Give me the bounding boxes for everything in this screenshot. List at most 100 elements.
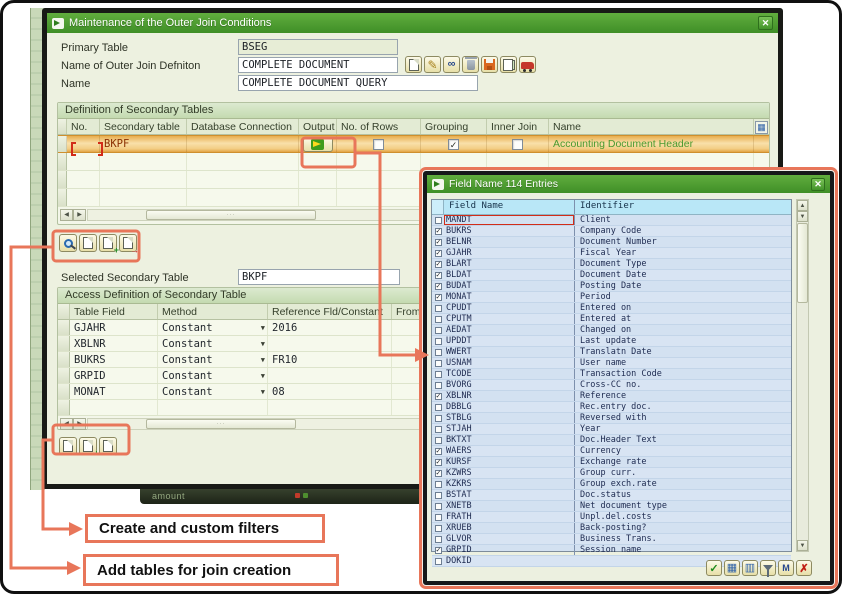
cell-method[interactable]: Constant▼ bbox=[158, 368, 268, 383]
column-header-table-field[interactable]: Table Field bbox=[70, 304, 158, 319]
field-dialog-find-button[interactable]: M bbox=[778, 560, 794, 576]
field-name-cell[interactable]: MONAT bbox=[444, 292, 574, 302]
selected-secondary-field[interactable]: BKPF bbox=[238, 269, 400, 285]
field-name-cell[interactable]: USNAM bbox=[444, 358, 574, 368]
field-checkbox[interactable]: ✓ bbox=[435, 547, 442, 554]
field-name-cell[interactable]: DBBLG bbox=[444, 402, 574, 412]
field-name-cell[interactable]: AEDAT bbox=[444, 325, 574, 335]
field-name-cell[interactable]: STBLG bbox=[444, 413, 574, 423]
field-row[interactable]: ✓BLDATDocument Date bbox=[432, 270, 791, 281]
field-row[interactable]: ✓BLARTDocument Type bbox=[432, 259, 791, 270]
secondary-create-button[interactable] bbox=[79, 234, 97, 252]
field-row[interactable]: BVORGCross-CC no. bbox=[432, 380, 791, 391]
field-identifier-cell[interactable]: Entered at bbox=[574, 314, 791, 324]
field-identifier-cell[interactable]: Fiscal Year bbox=[574, 248, 791, 258]
field-checkbox[interactable] bbox=[435, 404, 442, 411]
field-name-cell[interactable]: STJAH bbox=[444, 424, 574, 434]
dropdown-icon[interactable]: ▼ bbox=[261, 372, 265, 380]
cell-reference[interactable]: FR10 bbox=[268, 352, 392, 367]
scroll-thumb[interactable] bbox=[797, 223, 808, 303]
field-checkbox[interactable] bbox=[435, 382, 442, 389]
checkbox-inner-join[interactable] bbox=[512, 139, 523, 150]
join-definition-field[interactable]: COMPLETE DOCUMENT bbox=[238, 57, 398, 73]
field-row[interactable]: ✓BELNRDocument Number bbox=[432, 237, 791, 248]
field-row[interactable]: ✓XBLNRReference bbox=[432, 391, 791, 402]
field-name-cell[interactable]: MANDT bbox=[444, 215, 574, 225]
field-identifier-cell[interactable]: Transaction Code bbox=[574, 369, 791, 379]
field-checkbox[interactable]: ✓ bbox=[435, 261, 442, 268]
grid-layout-icon[interactable]: ▦ bbox=[755, 121, 768, 134]
field-name-cell[interactable]: GLVOR bbox=[444, 534, 574, 544]
field-checkbox[interactable]: ✓ bbox=[435, 239, 442, 246]
field-checkbox[interactable] bbox=[435, 305, 442, 312]
field-checkbox[interactable]: ✓ bbox=[435, 448, 442, 455]
field-name-cell[interactable]: KURSF bbox=[444, 457, 574, 467]
dropdown-icon[interactable]: ▼ bbox=[261, 340, 265, 348]
column-header-output[interactable]: Output bbox=[299, 119, 337, 134]
cell-reference[interactable] bbox=[268, 336, 392, 351]
field-name-cell[interactable]: WWERT bbox=[444, 347, 574, 357]
field-row[interactable]: UPDDTLast update bbox=[432, 336, 791, 347]
field-checkbox[interactable] bbox=[435, 316, 442, 323]
field-row[interactable]: BKTXTDoc.Header Text bbox=[432, 435, 791, 446]
field-name-cell[interactable]: BSTAT bbox=[444, 490, 574, 500]
scroll-left-icon[interactable]: ◀ bbox=[60, 418, 73, 430]
field-name-cell[interactable]: WAERS bbox=[444, 446, 574, 456]
row-selector[interactable] bbox=[58, 320, 70, 335]
field-identifier-cell[interactable]: Business Trans. bbox=[574, 534, 791, 544]
scroll-up-icon[interactable]: ▲ bbox=[797, 200, 808, 211]
field-checkbox[interactable]: ✓ bbox=[435, 393, 442, 400]
cell-reference[interactable]: 2016 bbox=[268, 320, 392, 335]
column-header-no-of-rows[interactable]: No. of Rows bbox=[337, 119, 421, 134]
field-row[interactable]: AEDATChanged on bbox=[432, 325, 791, 336]
field-identifier-cell[interactable]: Year bbox=[574, 424, 791, 434]
toolbar-transport-button[interactable] bbox=[519, 56, 536, 73]
column-header-reference-fld-constant[interactable]: Reference Fld/Constant bbox=[268, 304, 392, 319]
field-row[interactable]: ✓GJAHRFiscal Year bbox=[432, 248, 791, 259]
field-checkbox[interactable] bbox=[435, 217, 442, 224]
secondary-delete-row-button[interactable]: → bbox=[119, 234, 137, 252]
field-row[interactable]: ✓GRPIDSession name bbox=[432, 545, 791, 556]
field-identifier-cell[interactable]: Unpl.del.costs bbox=[574, 512, 791, 522]
field-name-cell[interactable]: BVORG bbox=[444, 380, 574, 390]
field-checkbox[interactable] bbox=[435, 415, 442, 422]
cell-table-field[interactable]: MONAT bbox=[70, 384, 158, 399]
row-selector[interactable] bbox=[58, 153, 67, 170]
field-identifier-cell[interactable]: User name bbox=[574, 358, 791, 368]
table-row[interactable]: BKPF✓Accounting Document Header bbox=[58, 135, 769, 153]
toolbar-copy-button[interactable] bbox=[500, 56, 517, 73]
field-checkbox[interactable] bbox=[435, 437, 442, 444]
field-checkbox[interactable] bbox=[435, 492, 442, 499]
field-identifier-cell[interactable]: Rec.entry doc. bbox=[574, 402, 791, 412]
column-header-method[interactable]: Method bbox=[158, 304, 268, 319]
field-name-cell[interactable]: CPUTM bbox=[444, 314, 574, 324]
field-name-cell[interactable]: BLDAT bbox=[444, 270, 574, 280]
field-name-cell[interactable]: XBLNR bbox=[444, 391, 574, 401]
field-checkbox[interactable]: ✓ bbox=[435, 459, 442, 466]
secondary-search-button[interactable] bbox=[59, 234, 77, 252]
column-header-name[interactable]: Name bbox=[549, 119, 754, 134]
field-row[interactable]: STJAHYear bbox=[432, 424, 791, 435]
cell-table-field[interactable]: GRPID bbox=[70, 368, 158, 383]
cell-method[interactable]: Constant▼ bbox=[158, 320, 268, 335]
field-identifier-cell[interactable]: Back-posting? bbox=[574, 523, 791, 533]
field-identifier-cell[interactable]: Document Type bbox=[574, 259, 791, 269]
scroll-thumb[interactable]: ··· bbox=[146, 419, 296, 429]
close-icon[interactable]: ✕ bbox=[811, 178, 825, 191]
field-identifier-cell[interactable]: Session name bbox=[574, 545, 791, 555]
field-name-cell[interactable]: XRUEB bbox=[444, 523, 574, 533]
row-selector[interactable] bbox=[58, 336, 70, 351]
field-name-cell[interactable]: GJAHR bbox=[444, 248, 574, 258]
field-name-cell[interactable]: BELNR bbox=[444, 237, 574, 247]
field-identifier-cell[interactable]: Net document type bbox=[574, 501, 791, 511]
column-header-inner-join[interactable]: Inner Join bbox=[487, 119, 549, 134]
access-create-button[interactable] bbox=[59, 437, 77, 455]
dropdown-icon[interactable]: ▼ bbox=[261, 388, 265, 396]
field-checkbox[interactable] bbox=[435, 536, 442, 543]
row-selector[interactable] bbox=[58, 384, 70, 399]
field-name-cell[interactable]: BKTXT bbox=[444, 435, 574, 445]
field-name-cell[interactable]: CPUDT bbox=[444, 303, 574, 313]
field-checkbox[interactable] bbox=[435, 514, 442, 521]
field-row[interactable]: ✓KZWRSGroup curr. bbox=[432, 468, 791, 479]
cell-name[interactable]: Accounting Document Header bbox=[549, 136, 754, 152]
